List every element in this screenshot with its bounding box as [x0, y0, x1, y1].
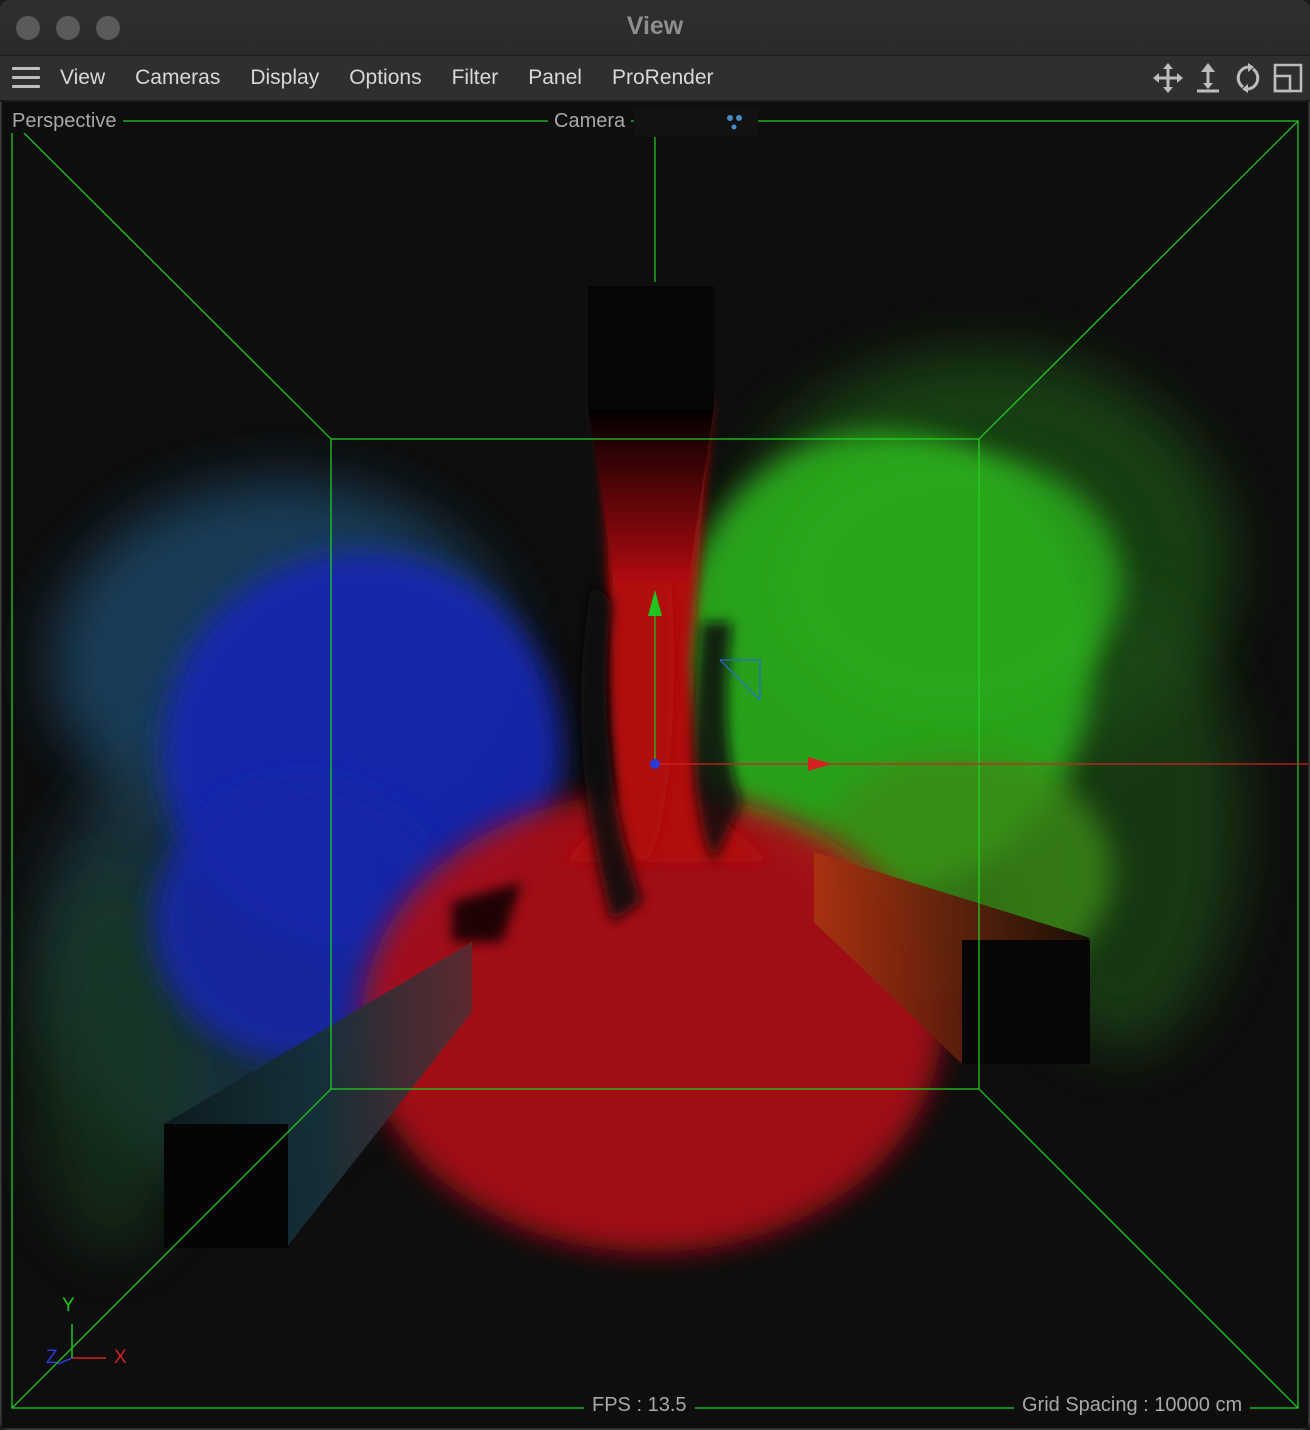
hamburger-menu-icon[interactable] — [12, 67, 40, 89]
fps-readout: FPS : 13.5 — [584, 1394, 695, 1417]
window-title: View — [626, 12, 684, 40]
grid-spacing-readout: Grid Spacing : 10000 cm — [1014, 1394, 1251, 1417]
view-navigation-icons — [1144, 62, 1304, 94]
menu-cameras[interactable]: Cameras — [135, 66, 220, 90]
menu-bar: View Cameras Display Options Filter Pane… — [0, 56, 1310, 102]
axis-x-label: X — [114, 1347, 127, 1368]
camera-label[interactable]: Camera — [548, 110, 632, 133]
menu-filter[interactable]: Filter — [452, 66, 499, 90]
menu-prorender[interactable]: ProRender — [612, 66, 714, 90]
axis-y-label: Y — [62, 1295, 75, 1316]
menu-options[interactable]: Options — [349, 66, 421, 90]
move-vertical-icon[interactable] — [1192, 62, 1224, 94]
maximize-view-icon[interactable] — [1272, 62, 1304, 94]
projection-label[interactable]: Perspective — [6, 110, 123, 133]
axis-z-label: Z — [46, 1347, 58, 1368]
menu-display[interactable]: Display — [250, 66, 319, 90]
scene-canvas[interactable] — [2, 102, 1308, 1428]
move-icon[interactable] — [1152, 62, 1184, 94]
rotate-icon[interactable] — [1232, 62, 1264, 94]
menu-view[interactable]: View — [60, 66, 105, 90]
view-window: View View Cameras Display Options Filter… — [0, 0, 1310, 1430]
title-bar[interactable]: View — [0, 0, 1310, 56]
menu-panel[interactable]: Panel — [528, 66, 582, 90]
viewport-perspective[interactable]: Perspective Camera Y X Z FPS : 13.5 Grid… — [2, 102, 1308, 1428]
camera-link-icon[interactable] — [724, 112, 746, 132]
menu: View Cameras Display Options Filter Pane… — [60, 56, 744, 100]
world-axis-indicator — [57, 1324, 106, 1365]
